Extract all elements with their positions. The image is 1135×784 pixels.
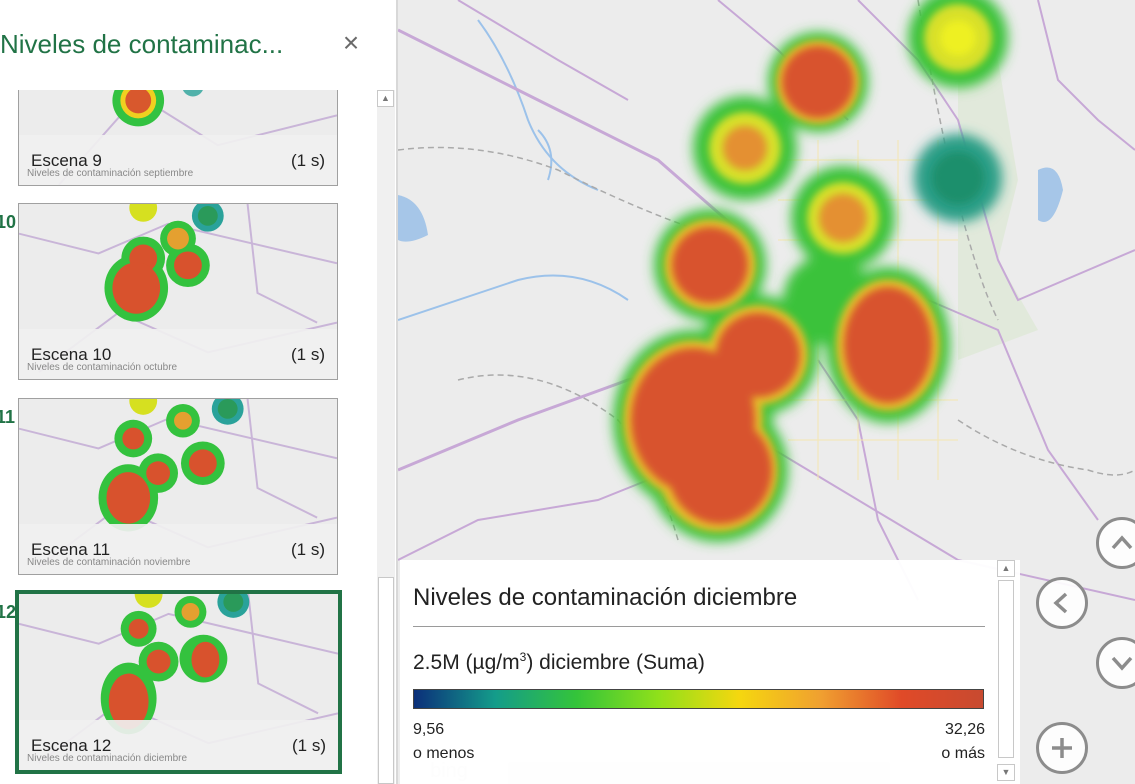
scrollbar-thumb[interactable] — [998, 580, 1014, 758]
scene-duration: (1 s) — [292, 736, 326, 755]
scroll-down-arrow-icon[interactable]: ▼ — [997, 764, 1015, 781]
legend-min-value: 9,56 — [413, 721, 445, 738]
scene-duration: (1 s) — [291, 151, 325, 170]
chevron-up-icon[interactable] — [1109, 531, 1135, 562]
scene-caption: Escena 9 (1 s) Niveles de contaminación … — [19, 135, 337, 185]
legend-max-label: o más — [941, 745, 985, 762]
scene-subtitle: Niveles de contaminación octubre — [27, 362, 178, 373]
scene-number: 11 — [0, 407, 16, 427]
legend-max-value: 32,26 — [944, 721, 985, 738]
legend-color-scale — [413, 689, 984, 709]
scroll-up-arrow-icon[interactable]: ▲ — [377, 90, 394, 107]
legend-divider — [413, 626, 985, 627]
scene-subtitle: Niveles de contaminación septiembre — [27, 168, 194, 179]
scene-list-scrollbar[interactable]: ▲ — [377, 90, 395, 784]
tour-panel: Niveles de contaminac... × Escena 9 (1 s… — [0, 0, 396, 784]
scene-card-9[interactable]: Escena 9 (1 s) Niveles de contaminación … — [18, 90, 338, 186]
scene-card-10[interactable]: Escena 10 (1 s) Niveles de contaminación… — [18, 203, 338, 380]
scene-number: 12 — [0, 602, 17, 622]
chevron-down-icon[interactable] — [1109, 651, 1135, 682]
panel-title: Niveles de contaminac... — [0, 29, 284, 59]
scene-subtitle: Niveles de contaminación noviembre — [27, 557, 191, 568]
close-icon[interactable]: × — [343, 27, 359, 58]
map-legend: Niveles de contaminación diciembre 2.5M … — [400, 560, 1020, 784]
scene-caption: Escena 10 (1 s) Niveles de contaminación… — [19, 329, 337, 379]
scene-list: Escena 9 (1 s) Niveles de contaminación … — [0, 90, 372, 784]
scroll-up-arrow-icon[interactable]: ▲ — [997, 560, 1015, 577]
plus-icon[interactable] — [1049, 736, 1075, 767]
scene-caption: Escena 11 (1 s) Niveles de contaminación… — [19, 524, 337, 574]
zoom-in-button[interactable] — [1036, 722, 1088, 774]
scene-number: 10 — [0, 212, 17, 232]
scene-caption: Escena 12 (1 s) Niveles de contaminación… — [19, 720, 338, 770]
legend-series-name: 2.5M (µg/m3) diciembre (Suma) — [413, 650, 705, 674]
legend-scrollbar[interactable]: ▲ ▼ — [997, 560, 1015, 784]
chevron-left-icon[interactable] — [1049, 591, 1075, 622]
scrollbar-thumb[interactable] — [378, 577, 394, 784]
scene-subtitle: Niveles de contaminación diciembre — [27, 753, 188, 764]
legend-title: Niveles de contaminación diciembre — [413, 584, 798, 611]
scene-card-12[interactable]: Escena 12 (1 s) Niveles de contaminación… — [15, 590, 342, 774]
scene-card-11[interactable]: Escena 11 (1 s) Niveles de contaminación… — [18, 398, 338, 575]
scene-duration: (1 s) — [291, 345, 325, 364]
pan-left-button[interactable] — [1036, 577, 1088, 629]
close-button[interactable]: × — [338, 28, 364, 58]
legend-min-label: o menos — [413, 745, 475, 762]
scene-duration: (1 s) — [291, 540, 325, 559]
